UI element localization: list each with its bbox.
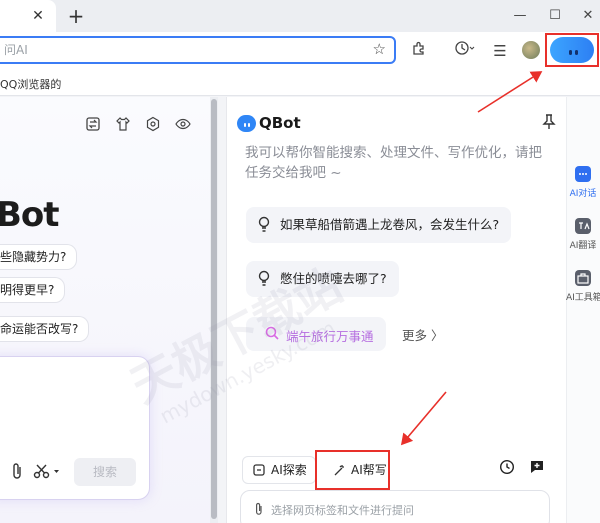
suggestion-text: 憋住的喷嚏去哪了? xyxy=(280,271,387,286)
eye-icon[interactable] xyxy=(174,116,192,134)
promo-text: 端午旅行万事通 xyxy=(286,329,374,344)
sidebar-label: AI对话 xyxy=(569,189,597,199)
qbot-eye-icon xyxy=(244,123,246,127)
suggestion-chip[interactable]: 明得更早? xyxy=(0,277,66,303)
ai-explore-button[interactable]: AI探索 xyxy=(242,456,316,484)
sidebar-label: AI工具箱 xyxy=(566,293,600,303)
annotation-box-toolbar xyxy=(545,33,599,67)
qbot-logo-icon xyxy=(237,115,256,132)
screen: ✕ + — ☐ ✕ ☆ ☰ QQ浏览器的 Bot 些隐藏 xyxy=(0,0,600,523)
extensions-icon[interactable] xyxy=(408,40,430,62)
suggestion-item[interactable]: 如果草船借箭遇上龙卷风，会发生什么? xyxy=(246,207,512,243)
scrollbar[interactable] xyxy=(210,97,218,523)
suggestion-chip[interactable]: 些隐藏势力? xyxy=(0,244,78,270)
scissors-icon[interactable] xyxy=(33,462,61,484)
panel-title: QBot xyxy=(259,114,301,132)
sidebar-item-ai-translate[interactable]: AI翻译 xyxy=(566,218,600,251)
more-link[interactable]: 更多 〉 xyxy=(402,325,443,344)
new-tab-icon[interactable]: + xyxy=(66,6,86,26)
history-clock-icon[interactable] xyxy=(499,459,515,479)
menu-icon[interactable]: ☰ xyxy=(489,40,511,62)
sidebar-item-ai-toolbox[interactable]: AI工具箱 xyxy=(566,270,600,303)
chat-icon xyxy=(575,166,591,182)
swap-icon[interactable] xyxy=(84,116,102,134)
suggestion-item[interactable]: 憋住的喷嚏去哪了? xyxy=(246,261,399,297)
bookmark-star-icon[interactable]: ☆ xyxy=(373,40,386,58)
sidebar-item-ai-chat[interactable]: AI对话 xyxy=(566,166,600,199)
search-button[interactable]: 搜索 xyxy=(74,458,136,486)
bookmark-bar: QQ浏览器的 xyxy=(0,68,600,96)
annotation-box-write xyxy=(315,450,390,490)
close-window-icon[interactable]: ✕ xyxy=(578,6,598,26)
lightbulb-icon xyxy=(258,207,270,257)
ai-explore-label: AI探索 xyxy=(271,463,307,477)
lightbulb-icon xyxy=(258,261,270,311)
bookmark-item[interactable]: QQ浏览器的 xyxy=(0,76,61,92)
suggestion-chip[interactable]: 命运能否改写? xyxy=(0,316,90,342)
new-chat-icon[interactable] xyxy=(529,459,545,479)
pin-icon[interactable] xyxy=(542,114,556,134)
maximize-icon[interactable]: ☐ xyxy=(545,6,565,26)
attach-icon[interactable] xyxy=(11,462,23,484)
address-bar[interactable]: ☆ xyxy=(0,36,396,64)
avatar[interactable] xyxy=(522,41,540,59)
active-tab[interactable]: ✕ xyxy=(0,0,56,32)
tab-bar: ✕ + — ☐ ✕ xyxy=(0,0,600,32)
toolbox-icon xyxy=(575,270,591,286)
chat-input[interactable] xyxy=(271,502,541,518)
suggestion-text: 如果草船借箭遇上龙卷风，会发生什么? xyxy=(280,217,500,232)
scrollbar-thumb[interactable] xyxy=(211,99,217,519)
attach-file-icon[interactable] xyxy=(254,502,264,519)
translate-icon xyxy=(575,218,591,234)
search-icon xyxy=(265,326,279,344)
close-tab-icon[interactable]: ✕ xyxy=(30,8,46,24)
chat-input-box[interactable] xyxy=(240,490,550,523)
address-input[interactable] xyxy=(4,41,354,59)
sidebar-label: AI翻译 xyxy=(569,241,597,251)
right-sidebar xyxy=(566,97,600,523)
explore-icon xyxy=(253,457,265,492)
history-icon[interactable] xyxy=(452,40,478,62)
minimize-icon[interactable]: — xyxy=(510,6,530,26)
page-brand: Bot xyxy=(0,195,60,235)
settings-icon[interactable] xyxy=(144,116,162,134)
skin-icon[interactable] xyxy=(114,116,132,134)
intro-text: 我可以帮你智能搜索、处理文件、写作优化，请把任务交给我吧 ~ xyxy=(245,145,542,181)
qbot-eye-icon xyxy=(248,123,250,127)
